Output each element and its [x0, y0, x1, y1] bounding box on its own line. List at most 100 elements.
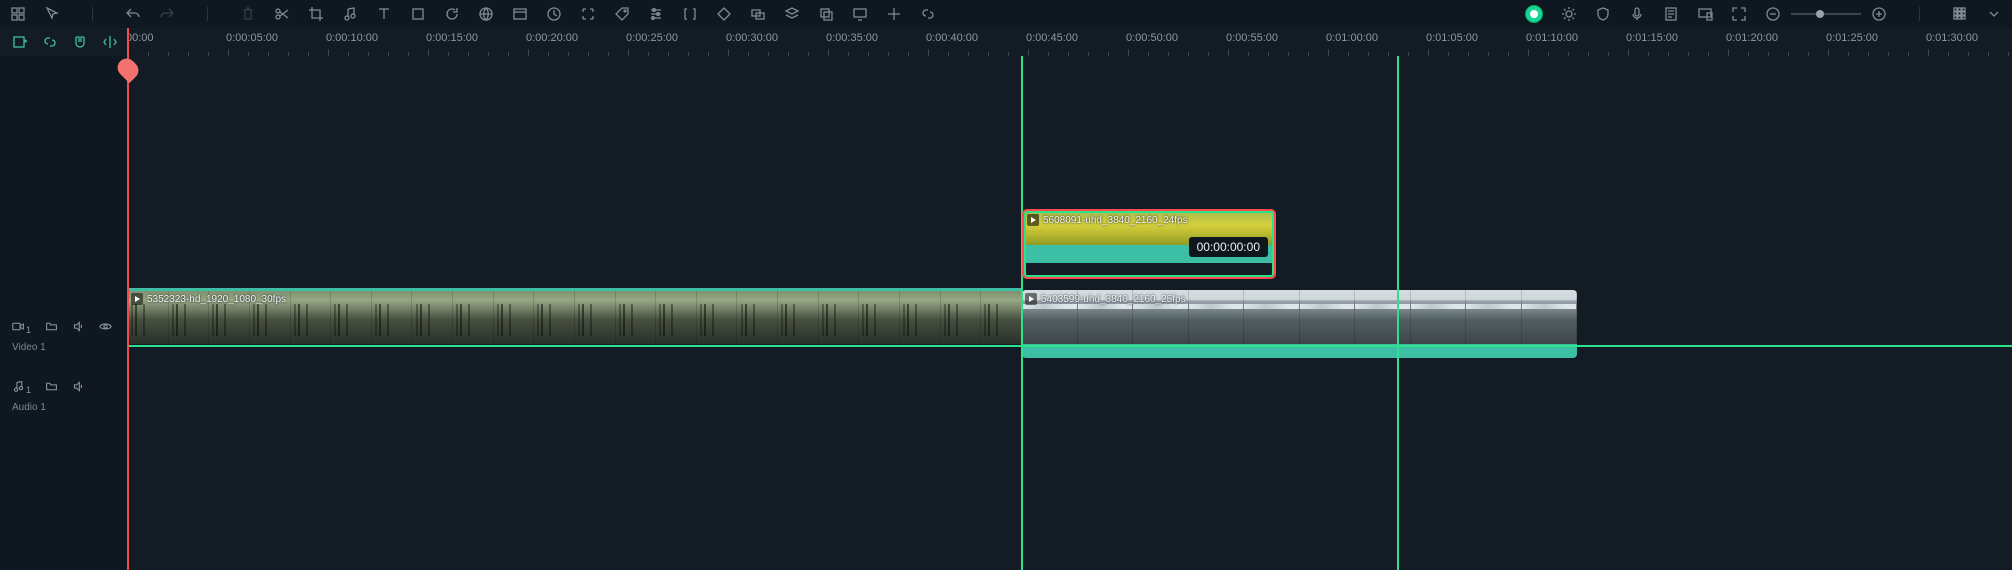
add-track-icon[interactable]: [12, 34, 28, 50]
mic-icon[interactable]: [1629, 6, 1645, 22]
monitor-icon[interactable]: [852, 6, 868, 22]
video-track-header[interactable]: 1 Video 1: [0, 314, 128, 359]
magnet-icon[interactable]: [72, 34, 88, 50]
ruler-major-mark: [128, 49, 129, 56]
trash-icon[interactable]: [240, 6, 256, 22]
notes-icon[interactable]: [1663, 6, 1679, 22]
ruler-label: 0:01:20:00: [1726, 28, 1778, 44]
ruler-major-mark: [1628, 49, 1629, 56]
diamond-icon[interactable]: [716, 6, 732, 22]
layers-icon[interactable]: [784, 6, 800, 22]
ruler-label: 0:00:35:00: [826, 28, 878, 44]
globe-icon[interactable]: [478, 6, 494, 22]
toolbar-separator: [1919, 7, 1920, 21]
tag-icon[interactable]: [614, 6, 630, 22]
ruler-label: 0:00:55:00: [1226, 28, 1278, 44]
ruler-major-mark: [1428, 49, 1429, 56]
ruler-major-mark: [1328, 49, 1329, 56]
ruler-major-mark: [1028, 49, 1029, 56]
shield-icon[interactable]: [1595, 6, 1611, 22]
chain-icon[interactable]: [920, 6, 936, 22]
ruler-label: 0:01:05:00: [1426, 28, 1478, 44]
zoom-slider[interactable]: [1791, 13, 1861, 15]
ruler-label: 0:01:10:00: [1526, 28, 1578, 44]
drag-offset-tooltip: 00:00:00:00: [1189, 237, 1268, 257]
main-toolbar: [0, 0, 2012, 28]
toolbar-separator: [92, 7, 93, 21]
ruler-label: 0:00:05:00: [226, 28, 278, 44]
ruler-label: 0:00:45:00: [1026, 28, 1078, 44]
clip-forest[interactable]: 5352323-hd_1920_1080_30fps: [128, 290, 1022, 344]
scissors-icon[interactable]: [274, 6, 290, 22]
ruler-major-mark: [528, 49, 529, 56]
square-icon[interactable]: [410, 6, 426, 22]
focus-icon[interactable]: [580, 6, 596, 22]
clip-drag-preview[interactable]: 5608091-uhd_3840_2160_24fps 00:00:00:00: [1022, 209, 1276, 279]
caret-down-icon[interactable]: [1986, 6, 2002, 22]
ruler-label: 0:00:10:00: [326, 28, 378, 44]
clip-filename: 5352323-hd_1920_1080_30fps: [147, 294, 286, 305]
zoom-control: [1765, 6, 1887, 22]
ruler-label: 0:00:25:00: [626, 28, 678, 44]
toolbar-separator: [207, 7, 208, 21]
audio-track-label: Audio 1: [12, 402, 116, 413]
redo-icon[interactable]: [159, 6, 175, 22]
brackets-icon[interactable]: [682, 6, 698, 22]
clip-audio-waveform: [1022, 344, 1577, 358]
ruler-major-mark: [828, 49, 829, 56]
ruler-major-mark: [1728, 49, 1729, 56]
ruler-label: 0:00:50:00: [1126, 28, 1178, 44]
track-headers-panel: 1 Video 1 1 Audio 1: [0, 56, 128, 570]
rotate-icon[interactable]: [444, 6, 460, 22]
zoom-out-button[interactable]: [1765, 6, 1781, 22]
folder-icon[interactable]: [45, 380, 58, 396]
mute-icon[interactable]: [72, 380, 85, 396]
sparkle-icon[interactable]: [886, 6, 902, 22]
video-icon: [131, 293, 143, 305]
text-icon[interactable]: [376, 6, 392, 22]
clip-label: 5608091-uhd_3840_2160_24fps: [1027, 214, 1188, 226]
ruler-major-mark: [328, 49, 329, 56]
audio-track-header[interactable]: 1 Audio 1: [0, 374, 128, 419]
cursor-icon[interactable]: [44, 6, 60, 22]
toolbar-left-group: [10, 6, 936, 22]
ruler-label: 0:00:40:00: [926, 28, 978, 44]
zoom-in-button[interactable]: [1871, 6, 1887, 22]
timeline-ruler[interactable]: 00:000:00:05:000:00:10:000:00:15:000:00:…: [128, 28, 2012, 56]
folder-icon[interactable]: [45, 320, 58, 336]
settings-gear-icon[interactable]: [1561, 6, 1577, 22]
crop-icon[interactable]: [308, 6, 324, 22]
undo-icon[interactable]: [125, 6, 141, 22]
device-icon[interactable]: [1697, 6, 1713, 22]
clip-label: 5352323-hd_1920_1080_30fps: [131, 293, 286, 305]
timeline-area: 1 Video 1 1 Audio 1 5352323-hd_1920_1080…: [0, 56, 2012, 570]
link-icon[interactable]: [42, 34, 58, 50]
clip-waves[interactable]: 5403599-uhd_3840_2160_25fps: [1022, 290, 1577, 358]
ruler-label: 00:00: [128, 28, 154, 44]
ruler-major-mark: [1528, 49, 1529, 56]
ruler-label: 0:00:20:00: [526, 28, 578, 44]
sliders-icon[interactable]: [648, 6, 664, 22]
tracks-canvas[interactable]: 5352323-hd_1920_1080_30fps 5403599-uhd_3…: [128, 56, 2012, 570]
avatar-icon[interactable]: [1525, 5, 1543, 23]
overlay-icon[interactable]: [750, 6, 766, 22]
copy-icon[interactable]: [818, 6, 834, 22]
ruler-label: 0:01:15:00: [1626, 28, 1678, 44]
video-icon: [1027, 214, 1039, 226]
video-track-label: Video 1: [12, 342, 116, 353]
ruler-major-mark: [1828, 49, 1829, 56]
eye-icon[interactable]: [99, 320, 112, 336]
ruler-major-mark: [1128, 49, 1129, 56]
clock-icon[interactable]: [546, 6, 562, 22]
fullscreen-icon[interactable]: [1731, 6, 1747, 22]
track-subtoolbar: [0, 28, 128, 56]
frame-icon[interactable]: [512, 6, 528, 22]
ruler-label: 0:01:25:00: [1826, 28, 1878, 44]
split-all-icon[interactable]: [102, 34, 118, 50]
music-note-icon[interactable]: [342, 6, 358, 22]
mute-icon[interactable]: [72, 320, 85, 336]
mosaic-icon[interactable]: [1952, 6, 1968, 22]
ruler-major-mark: [428, 49, 429, 56]
grid-icon[interactable]: [10, 6, 26, 22]
ruler-label: 0:01:30:00: [1926, 28, 1978, 44]
